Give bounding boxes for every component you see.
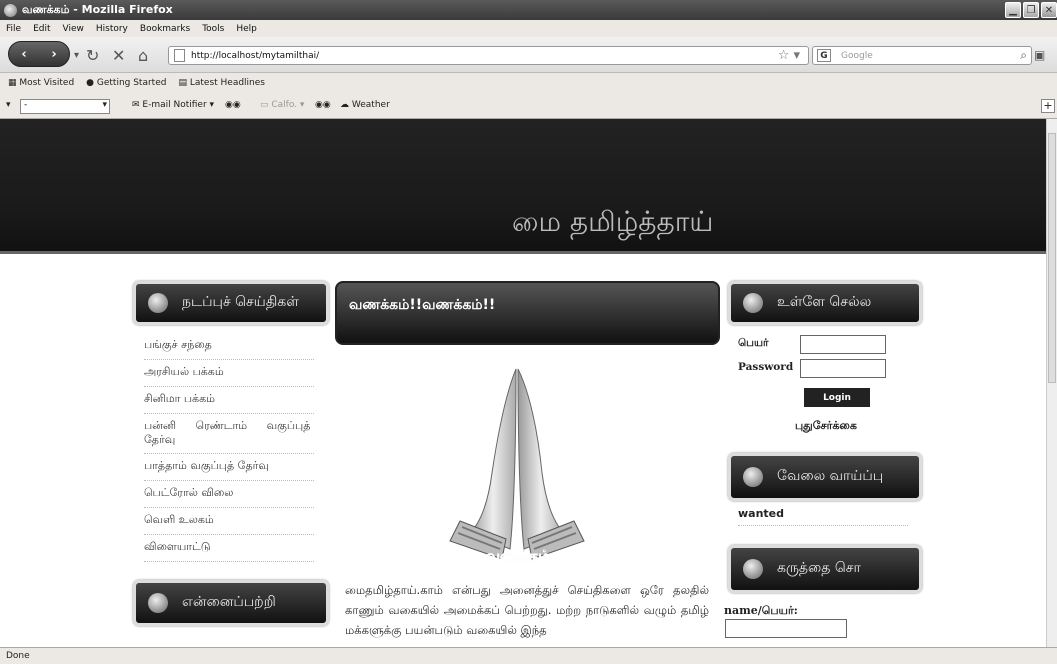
menu-help[interactable]: Help (236, 24, 257, 34)
addon-select[interactable]: - (20, 99, 110, 114)
url-text: http://localhost/mytamilthai/ (191, 50, 320, 61)
site-title: மை தமிழ்த்தாய் (512, 205, 714, 238)
news-item-stock-market[interactable]: பங்குச் சந்தை (144, 333, 314, 360)
jobs-item[interactable]: wanted (738, 507, 908, 526)
scrollbar-thumb[interactable] (1048, 133, 1056, 383)
menu-bookmarks[interactable]: Bookmarks (140, 24, 190, 34)
firefox-icon (4, 3, 17, 17)
news-list: பங்குச் சந்தை அரசியல் பக்கம் சினிமா பக்க… (144, 333, 314, 562)
back-icon[interactable]: ‹ (21, 47, 26, 62)
bookmark-most-visited[interactable]: ▦ Most Visited (8, 78, 74, 88)
addon-handle-icon: ▾ (6, 100, 11, 110)
url-bar[interactable]: http://localhost/mytamilthai/ ☆ ▾ (168, 46, 809, 65)
stop-icon[interactable]: ✕ (112, 46, 125, 65)
feedback-name-label: name/பெயர்: (724, 604, 798, 617)
menu-edit[interactable]: Edit (33, 24, 50, 34)
menu-bar: File Edit View History Bookmarks Tools H… (0, 20, 1057, 37)
history-dropdown-icon[interactable]: ▾ (74, 50, 79, 61)
news-item-world[interactable]: வெளி உலகம் (144, 508, 314, 535)
feedback-heading: கருத்தை சொ (728, 545, 922, 593)
name-input[interactable] (800, 335, 886, 354)
password-input[interactable] (800, 359, 886, 378)
back-forward-buttons[interactable]: ‹ › (8, 41, 70, 67)
bullet-icon (743, 293, 763, 313)
news-item-petrol-price[interactable]: பெட்ரோல் விலை (144, 481, 314, 508)
image-caption: வணக்கம் (486, 547, 551, 563)
menu-view[interactable]: View (63, 24, 84, 34)
news-item-10th-exam[interactable]: பாத்தாம் வகுப்புத் தேர்வு (144, 454, 314, 481)
google-icon[interactable]: G (817, 49, 831, 62)
volume-icon[interactable]: ◉◉ (315, 100, 331, 110)
bullet-icon (743, 559, 763, 579)
bookmark-star-icon[interactable]: ☆ ▾ (778, 48, 800, 63)
new-tab-button[interactable]: + (1041, 99, 1055, 113)
name-label: பெயர் (738, 337, 769, 349)
search-icon[interactable]: ⌕ (1020, 48, 1027, 63)
title-bar: வணக்கம் - Mozilla Firefox (0, 0, 1057, 20)
welcome-heading: வணக்கம்!!வணக்கம்!! (335, 281, 720, 345)
bullet-icon (148, 293, 168, 313)
menu-history[interactable]: History (96, 24, 128, 34)
menu-tools[interactable]: Tools (202, 24, 224, 34)
menu-file[interactable]: File (6, 24, 21, 34)
news-item-12th-exam[interactable]: பன்னி ரெண்டாம் வகுப்புத் தேர்வு (144, 414, 314, 454)
bookmark-latest-headlines[interactable]: ▤ Latest Headlines (178, 78, 265, 88)
weather[interactable]: ☁ Weather (340, 100, 390, 110)
media-controls-icon[interactable]: ◉◉ (225, 100, 241, 110)
intro-paragraph: மைதமிழ்தாய்.காம் என்பது அனைத்துச் செய்தி… (345, 583, 709, 637)
maximize-button[interactable]: ❐ (1023, 2, 1039, 18)
search-box[interactable]: G Google ⌕ (812, 46, 1032, 65)
login-heading: உள்ளே செல்ல (728, 281, 922, 325)
home-icon[interactable]: ⌂ (138, 46, 148, 65)
news-item-sports[interactable]: விளையாட்டு (144, 535, 314, 562)
search-placeholder: Google (841, 50, 873, 61)
login-button[interactable]: Login (804, 388, 870, 407)
jobs-heading: வேலை வாய்ப்பு (728, 453, 922, 501)
vertical-scrollbar[interactable] (1046, 119, 1057, 647)
register-link[interactable]: புதுசேர்க்கை (795, 419, 857, 434)
site-header: மை தமிழ்த்தாய் (0, 119, 1046, 254)
news-item-politics[interactable]: அரசியல் பக்கம் (144, 360, 314, 387)
news-item-cinema[interactable]: சினிமா பக்கம் (144, 387, 314, 414)
feedback-name-input[interactable] (725, 619, 847, 638)
namaste-hands-image: வணக்கம் (449, 368, 585, 563)
radio-station[interactable]: ▭ Calfo. ▾ (260, 100, 304, 110)
addon-icon[interactable]: ▣ (1034, 48, 1045, 62)
browser-window: வணக்கம் - Mozilla Firefox ▁ ❐ ✕ File Edi… (0, 0, 1057, 664)
news-heading: நடப்புச் செய்திகள் (133, 281, 329, 325)
bullet-icon (743, 467, 763, 487)
forward-icon[interactable]: › (51, 47, 56, 62)
navigation-toolbar: ‹ › ▾ ↻ ✕ ⌂ http://localhost/mytamilthai… (0, 37, 1057, 73)
reload-icon[interactable]: ↻ (86, 46, 99, 65)
status-text: Done (6, 651, 30, 661)
minimize-button[interactable]: ▁ (1005, 2, 1021, 18)
bullet-icon (148, 593, 168, 613)
window-title: வணக்கம் - Mozilla Firefox (22, 2, 173, 16)
page-viewport: மை தமிழ்த்தாய் நடப்புச் செய்திகள் பங்குச… (0, 119, 1046, 647)
status-bar: Done (0, 647, 1057, 664)
bookmarks-toolbar: ▦ Most Visited ● Getting Started ▤ Lates… (0, 73, 1057, 93)
email-notifier[interactable]: ✉ E-mail Notifier ▾ (132, 100, 214, 110)
password-label: Password (738, 361, 794, 373)
page-icon (174, 49, 185, 62)
bookmark-getting-started[interactable]: ● Getting Started (86, 78, 166, 88)
addon-toolbar: ▾ - ✉ E-mail Notifier ▾ ◉◉ ▭ Calfo. ▾ ◉◉… (0, 93, 1057, 119)
close-button[interactable]: ✕ (1041, 2, 1057, 18)
about-heading[interactable]: என்னைப்பற்றி (133, 580, 329, 626)
